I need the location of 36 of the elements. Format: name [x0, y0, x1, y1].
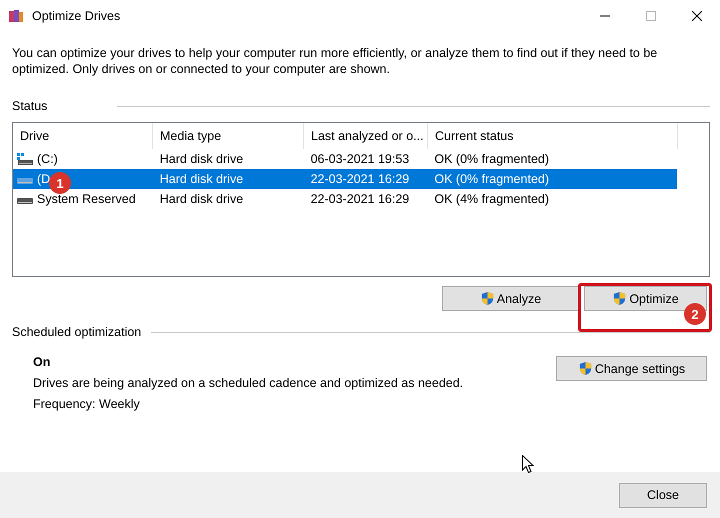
- shield-icon: [578, 361, 593, 376]
- section-label: Scheduled optimization: [12, 325, 142, 339]
- table-cell-text: OK (0% fragmented): [433, 172, 550, 186]
- shield-icon: [480, 291, 495, 306]
- cursor-icon: [522, 455, 534, 474]
- close-button[interactable]: Close: [619, 482, 707, 508]
- table-cell-text: OK (0% fragmented): [433, 152, 550, 166]
- table-cell: (C:): [37, 152, 58, 166]
- section-label: Status: [12, 99, 48, 113]
- optimize-button[interactable]: Optimize: [584, 286, 707, 311]
- window-title: Optimize Drives: [32, 8, 120, 22]
- table-cell-text: OK (4% fragmented): [433, 192, 550, 206]
- table-cell-text: 22-03-2021 16:29: [310, 172, 410, 186]
- column-header[interactable]: Drive: [13, 123, 153, 149]
- table-cell-text: Hard disk drive: [158, 152, 244, 166]
- column-header[interactable]: Current status: [428, 123, 678, 149]
- table-cell-text: Hard disk drive: [158, 172, 244, 186]
- table-cell-text: Hard disk drive: [158, 192, 244, 206]
- app-icon: [8, 8, 24, 24]
- table-cell-text: 06-03-2021 19:53: [310, 152, 410, 166]
- schedule-state: On: [33, 355, 52, 369]
- description-text: You can optimize your drives to help your computer run more efficiently, or analyze them to find out if they need to be optimized. Only drives on or connected to your computer are shown.: [12, 45, 658, 77]
- table-cell-text: 22-03-2021 16:29: [310, 192, 410, 206]
- table-cell: System Reserved: [37, 192, 136, 206]
- system-drive-icon: [17, 153, 33, 165]
- table-row[interactable]: (C:) Hard disk drive 06-03-2021 19:53 OK (0% fragmented): [13, 149, 677, 169]
- frequency-text: Frequency: Weekly: [33, 397, 141, 411]
- change-settings-button[interactable]: Change settings: [556, 356, 707, 381]
- column-header[interactable]: Media type: [153, 123, 304, 149]
- close-icon[interactable]: [692, 10, 702, 20]
- shield-icon: [612, 291, 628, 306]
- schedule-description: Drives are being analyzed on a scheduled cadence and optimized as needed.: [33, 376, 464, 390]
- analyze-button[interactable]: Analyze: [442, 286, 579, 311]
- step-badge: 2: [684, 303, 706, 325]
- table-cell: (D: [37, 172, 50, 186]
- column-header[interactable]: Last analyzed or o...: [304, 123, 428, 149]
